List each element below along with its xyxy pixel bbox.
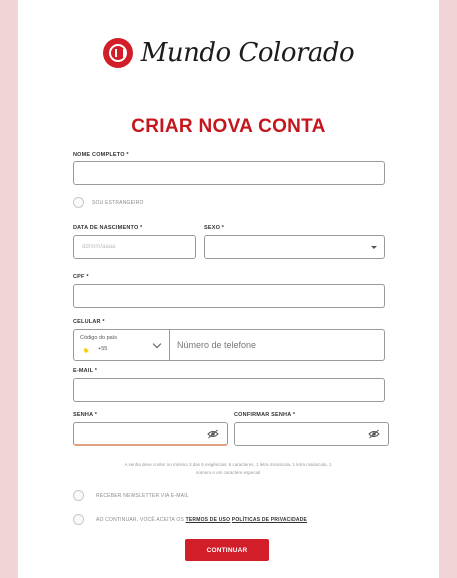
country-code-label: Código do país xyxy=(80,335,117,341)
signup-card: Mundo Colorado CRIAR NOVA CONTA NOME COM… xyxy=(18,0,439,578)
birth-date-input[interactable]: dd/mm/aaaa xyxy=(73,235,196,259)
brand-name: Mundo Colorado xyxy=(140,38,355,68)
brand-logo: Mundo Colorado xyxy=(18,38,439,68)
mobile-label: CELULAR * xyxy=(73,319,105,325)
terms-text: AO CONTINUAR, VOCÊ ACEITA OS TERMOS DE U… xyxy=(96,517,307,523)
full-name-input[interactable] xyxy=(73,161,385,185)
country-code-value: +55 xyxy=(98,346,108,352)
eye-off-icon[interactable] xyxy=(207,429,219,439)
cpf-label: CPF * xyxy=(73,274,89,280)
confirm-password-input[interactable] xyxy=(234,422,389,446)
password-hint-line1: A senha deve conter no mínimo 3 das 5 ex… xyxy=(124,462,332,467)
birth-date-placeholder: dd/mm/aaaa xyxy=(82,244,116,250)
mobile-field: Código do país +55 Número de telefone xyxy=(73,329,385,361)
email-label: E-MAIL * xyxy=(73,368,98,374)
sex-label: SEXO * xyxy=(204,225,225,231)
cpf-input[interactable] xyxy=(73,284,385,308)
country-code-select[interactable]: Código do país +55 xyxy=(74,330,170,360)
club-crest-icon xyxy=(102,38,133,68)
confirm-password-label: CONFIRMAR SENHA * xyxy=(234,412,296,418)
chevron-down-icon xyxy=(152,339,162,349)
terms-radio[interactable] xyxy=(73,514,84,525)
sex-select[interactable] xyxy=(204,235,385,259)
privacy-policy-link[interactable]: POLÍTICAS DE PRIVACIDADE xyxy=(232,517,307,523)
password-hint-line2: número e um caractere especial xyxy=(195,470,261,475)
chevron-down-icon xyxy=(371,246,377,249)
password-input[interactable] xyxy=(73,422,228,446)
phone-number-input[interactable]: Número de telefone xyxy=(177,340,256,350)
continue-button[interactable]: CONTINUAR xyxy=(185,539,269,561)
foreigner-radio[interactable] xyxy=(73,197,84,208)
terms-of-use-link[interactable]: TERMOS DE USO xyxy=(186,517,231,523)
email-input[interactable] xyxy=(73,378,385,402)
full-name-label: NOME COMPLETO * xyxy=(73,152,129,158)
terms-prefix: AO CONTINUAR, VOCÊ ACEITA OS xyxy=(96,517,185,523)
password-hint: A senha deve conter no mínimo 3 das 5 ex… xyxy=(58,461,398,477)
foreigner-label: SOU ESTRANGEIRO xyxy=(92,200,144,206)
newsletter-radio[interactable] xyxy=(73,490,84,501)
birth-date-label: DATA DE NASCIMENTO * xyxy=(73,225,143,231)
page-title: CRIAR NOVA CONTA xyxy=(131,116,326,137)
password-label: SENHA * xyxy=(73,412,98,418)
newsletter-label: RECEBER NEWSLETTER VIA E-MAIL xyxy=(96,493,189,499)
eye-off-icon[interactable] xyxy=(368,429,380,439)
